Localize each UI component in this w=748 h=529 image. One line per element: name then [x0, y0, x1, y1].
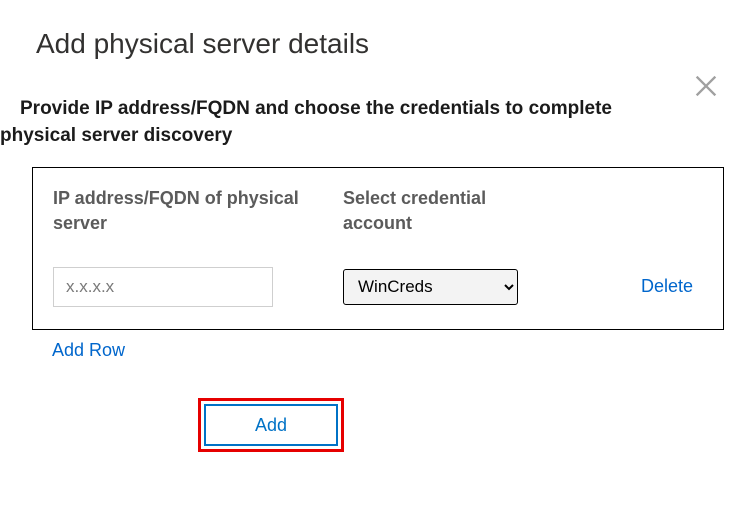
page-title: Add physical server details	[0, 0, 748, 60]
table-header-row: IP address/FQDN of physical server Selec…	[53, 186, 703, 236]
delete-row-link[interactable]: Delete	[641, 276, 693, 296]
table-row: WinCreds Delete	[53, 267, 703, 307]
description-text: Provide IP address/FQDN and choose the c…	[0, 60, 748, 149]
ip-fqdn-input[interactable]	[53, 267, 273, 307]
credential-select[interactable]: WinCreds	[343, 269, 518, 305]
column-header-credential: Select credential account	[343, 186, 543, 236]
description-line1: Provide IP address/FQDN and choose the c…	[20, 98, 612, 119]
add-row-link[interactable]: Add Row	[52, 340, 125, 361]
column-header-ip: IP address/FQDN of physical server	[53, 186, 343, 236]
add-button[interactable]: Add	[204, 404, 338, 446]
close-icon[interactable]	[692, 72, 720, 100]
description-line2: physical server discovery	[0, 123, 728, 150]
server-table: IP address/FQDN of physical server Selec…	[32, 167, 724, 329]
add-button-highlight: Add	[198, 398, 344, 452]
